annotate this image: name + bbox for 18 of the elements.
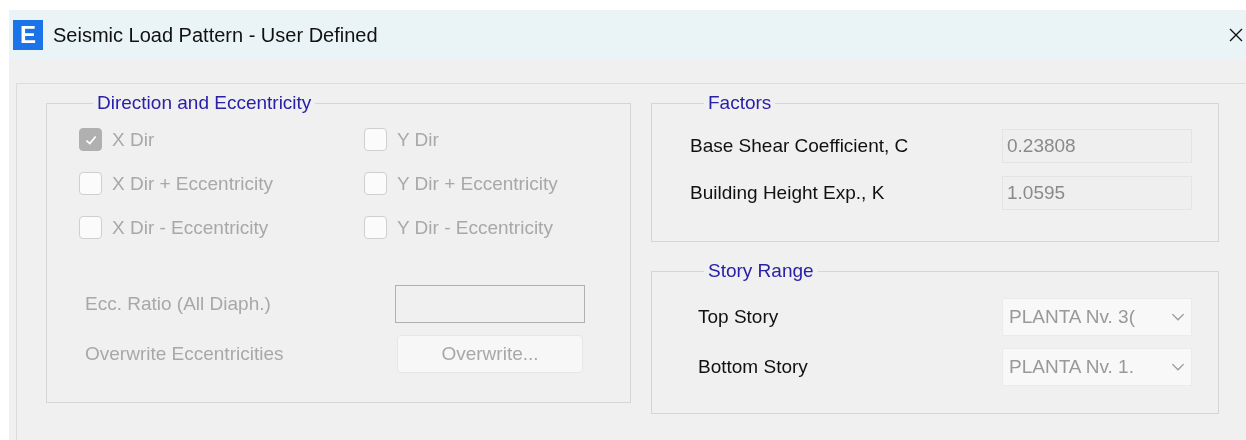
- close-icon[interactable]: [1228, 27, 1244, 43]
- field-label: Base Shear Coefficient, C: [690, 134, 909, 157]
- input-field[interactable]: 0.23808: [1002, 128, 1192, 163]
- field-label: Ecc. Ratio (All Diaph.): [85, 293, 272, 315]
- group-title: Factors: [707, 92, 773, 114]
- dropdown[interactable]: PLANTA Nv. 3(: [1002, 298, 1192, 336]
- input-field[interactable]: 1.0595: [1002, 175, 1192, 210]
- field-label: Overwrite Eccentricities: [85, 343, 285, 365]
- app-logo-icon: E: [13, 20, 43, 50]
- field-label: Top Story: [698, 306, 779, 328]
- chevron-down-icon[interactable]: [1171, 312, 1185, 322]
- group-title: Story Range: [707, 260, 815, 282]
- field-label: Building Height Exp., K: [690, 181, 885, 204]
- group-title: Direction and Eccentricity: [96, 92, 313, 114]
- window-title: Seismic Load Pattern - User Defined: [53, 23, 379, 47]
- chevron-down-icon[interactable]: [1171, 362, 1185, 372]
- field-label: Bottom Story: [698, 356, 808, 378]
- dropdown[interactable]: PLANTA Nv. 1.: [1002, 348, 1192, 386]
